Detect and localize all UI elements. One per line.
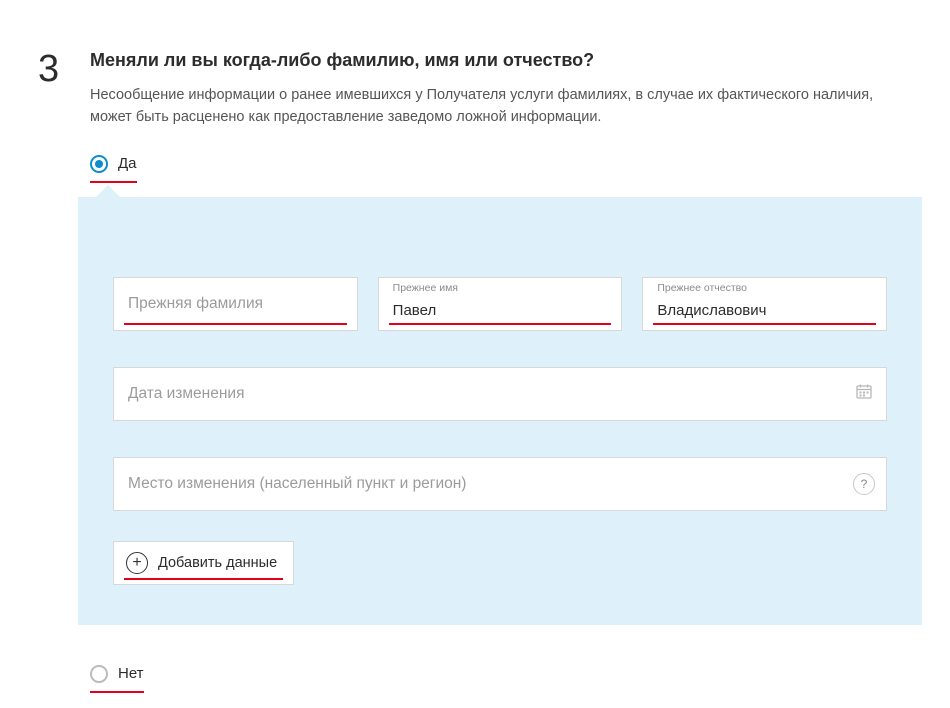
error-underline — [389, 323, 612, 325]
prev-surname-placeholder: Прежняя фамилия — [114, 295, 357, 313]
change-place-field[interactable]: Место изменения (населенный пункт и реги… — [113, 457, 887, 511]
error-underline — [653, 323, 876, 325]
question-title: Меняли ли вы когда-либо фамилию, имя или… — [90, 50, 910, 71]
prev-name-field[interactable]: Прежнее имя Павел — [378, 277, 623, 331]
help-icon[interactable]: ? — [853, 473, 875, 495]
change-date-placeholder: Дата изменения — [114, 385, 886, 403]
plus-icon: + — [126, 552, 148, 574]
step-number: 3 — [38, 48, 59, 91]
radio-selected-icon — [90, 155, 108, 173]
prev-name-label: Прежнее имя — [393, 282, 458, 294]
radio-no-label: Нет — [118, 665, 144, 682]
prev-patronymic-field[interactable]: Прежнее отчество Владиславович — [642, 277, 887, 331]
error-underline — [124, 323, 347, 325]
change-place-placeholder: Место изменения (населенный пункт и реги… — [128, 475, 466, 493]
prev-surname-field[interactable]: Прежняя фамилия — [113, 277, 358, 331]
change-date-field[interactable]: Дата изменения — [113, 367, 887, 421]
panel-arrow-icon — [96, 185, 120, 197]
yes-panel: Прежняя фамилия Прежнее имя Павел Прежне… — [78, 197, 922, 625]
question-description: Несообщение информации о ранее имевшихся… — [90, 85, 910, 129]
radio-yes-label: Да — [118, 155, 137, 172]
prev-patronymic-label: Прежнее отчество — [657, 282, 747, 294]
radio-no[interactable]: Нет — [90, 665, 144, 693]
calendar-icon — [856, 383, 872, 404]
add-data-label: Добавить данные — [158, 555, 277, 571]
radio-yes[interactable]: Да — [90, 155, 137, 183]
add-data-button[interactable]: + Добавить данные — [113, 541, 294, 585]
radio-unselected-icon — [90, 665, 108, 683]
error-underline — [124, 578, 283, 580]
